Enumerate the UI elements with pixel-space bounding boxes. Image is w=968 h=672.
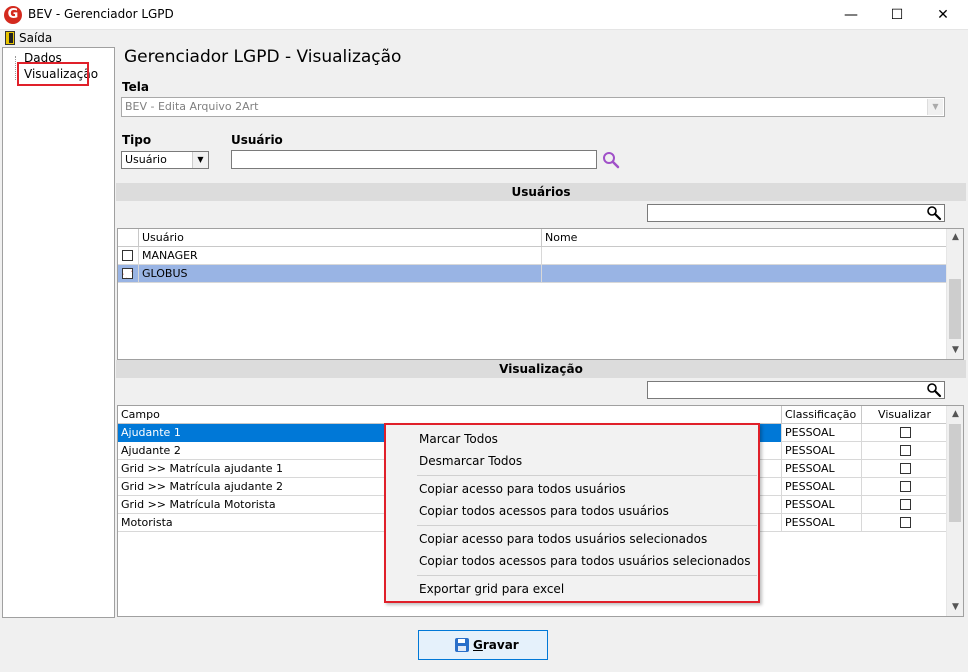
menu-item-copiar-acesso-todos[interactable]: Copiar acesso para todos usuários	[419, 482, 626, 496]
visualizacao-scrollbar[interactable]: ▲ ▼	[946, 406, 963, 616]
minimize-button[interactable]: —	[828, 0, 874, 30]
checkmark-icon	[123, 269, 132, 278]
cell-visualizar[interactable]	[862, 478, 947, 496]
context-menu: Marcar Todos Desmarcar Todos Copiar aces…	[384, 423, 760, 603]
save-button-label: Gravar	[473, 638, 519, 652]
grid-header-checkbox	[118, 229, 139, 247]
menu-item-desmarcar-todos[interactable]: Desmarcar Todos	[419, 454, 522, 468]
grid-header-nome[interactable]: Nome	[542, 229, 947, 247]
usuarios-search-input[interactable]	[647, 204, 945, 222]
visualizar-checkbox[interactable]	[900, 463, 911, 474]
chevron-down-icon[interactable]: ▼	[192, 152, 208, 168]
row-checkbox-cell[interactable]	[118, 247, 139, 265]
visualizar-checkbox[interactable]	[900, 427, 911, 438]
tipo-select[interactable]: Usuário ▼	[121, 151, 209, 169]
cell-visualizar[interactable]	[862, 496, 947, 514]
usuarios-grid: Usuário Nome MANAGER GLOBUS ▲ ▼	[117, 228, 964, 360]
tree-connector-line	[15, 56, 16, 80]
visualizar-checkbox[interactable]	[900, 481, 911, 492]
maximize-button[interactable]: ☐	[874, 0, 920, 30]
floppy-disk-icon	[455, 638, 469, 652]
menu-item-copiar-acesso-selecionados[interactable]: Copiar acesso para todos usuários seleci…	[419, 532, 707, 546]
grid-header-usuario[interactable]: Usuário	[139, 229, 542, 247]
usuarios-scrollbar[interactable]: ▲ ▼	[946, 229, 963, 359]
usuarios-section-header: Usuários	[116, 183, 966, 201]
scrollbar-thumb[interactable]	[949, 424, 961, 522]
menu-bar: Saída	[0, 30, 968, 46]
scroll-down-icon[interactable]: ▼	[947, 342, 963, 359]
cell-usuario: MANAGER	[139, 247, 542, 265]
cell-classificacao: PESSOAL	[782, 424, 862, 442]
highlight-box-visualizacao	[17, 62, 89, 86]
scroll-up-icon[interactable]: ▲	[947, 229, 963, 246]
visualizacao-section-header: Visualização	[116, 360, 966, 378]
cell-nome	[542, 265, 947, 283]
chevron-down-icon: ▼	[927, 99, 943, 115]
row-checkbox[interactable]	[122, 250, 133, 261]
cell-classificacao: PESSOAL	[782, 442, 862, 460]
grid-header-campo[interactable]: Campo	[118, 406, 782, 424]
tela-value: BEV - Edita Arquivo 2Art	[125, 100, 259, 113]
door-icon	[5, 31, 15, 45]
menu-separator	[417, 575, 757, 576]
visualizar-checkbox[interactable]	[900, 517, 911, 528]
cell-visualizar[interactable]	[862, 514, 947, 532]
window-title: BEV - Gerenciador LGPD	[28, 7, 174, 21]
tela-label: Tela	[122, 80, 149, 94]
cell-classificacao: PESSOAL	[782, 478, 862, 496]
app-logo-icon: G	[4, 6, 22, 24]
navigation-tree: Dados Visualização	[2, 47, 115, 618]
cell-usuario: GLOBUS	[139, 265, 542, 283]
search-icon[interactable]	[601, 150, 621, 170]
row-checkbox-cell[interactable]	[118, 265, 139, 283]
grid-header-visualizar[interactable]: Visualizar	[862, 406, 947, 424]
cell-visualizar[interactable]	[862, 460, 947, 478]
cell-classificacao: PESSOAL	[782, 514, 862, 532]
tipo-label: Tipo	[122, 133, 152, 147]
tela-combo: BEV - Edita Arquivo 2Art ▼	[121, 97, 945, 117]
tipo-value: Usuário	[125, 153, 167, 166]
close-button[interactable]: ✕	[920, 0, 966, 30]
search-icon[interactable]	[926, 382, 942, 398]
cell-classificacao: PESSOAL	[782, 496, 862, 514]
menu-separator	[417, 475, 757, 476]
save-button[interactable]: Gravar	[418, 630, 548, 660]
table-row[interactable]: GLOBUS	[118, 265, 947, 283]
page-title: Gerenciador LGPD - Visualização	[124, 47, 402, 67]
menu-item-exportar-excel[interactable]: Exportar grid para excel	[419, 582, 564, 596]
usuario-input[interactable]	[231, 150, 597, 169]
cell-visualizar[interactable]	[862, 442, 947, 460]
visualizacao-search-input[interactable]	[647, 381, 945, 399]
scroll-up-icon[interactable]: ▲	[947, 406, 963, 423]
menu-separator	[417, 525, 757, 526]
grid-header-classificacao[interactable]: Classificação	[782, 406, 862, 424]
menu-item-copiar-todos-acessos-todos[interactable]: Copiar todos acessos para todos usuários	[419, 504, 669, 518]
scrollbar-thumb[interactable]	[949, 279, 961, 339]
menu-item-marcar-todos[interactable]: Marcar Todos	[419, 432, 498, 446]
scroll-down-icon[interactable]: ▼	[947, 599, 963, 616]
search-icon[interactable]	[926, 205, 942, 221]
title-bar: G BEV - Gerenciador LGPD — ☐ ✕	[0, 0, 968, 30]
menu-exit[interactable]: Saída	[19, 31, 52, 45]
visualizar-checkbox[interactable]	[900, 445, 911, 456]
cell-classificacao: PESSOAL	[782, 460, 862, 478]
usuario-label: Usuário	[231, 133, 283, 147]
visualizar-checkbox[interactable]	[900, 499, 911, 510]
menu-item-copiar-todos-acessos-selecionados[interactable]: Copiar todos acessos para todos usuários…	[419, 554, 751, 568]
table-row[interactable]: MANAGER	[118, 247, 947, 265]
row-checkbox-checked[interactable]	[122, 268, 133, 279]
cell-visualizar[interactable]	[862, 424, 947, 442]
cell-nome	[542, 247, 947, 265]
